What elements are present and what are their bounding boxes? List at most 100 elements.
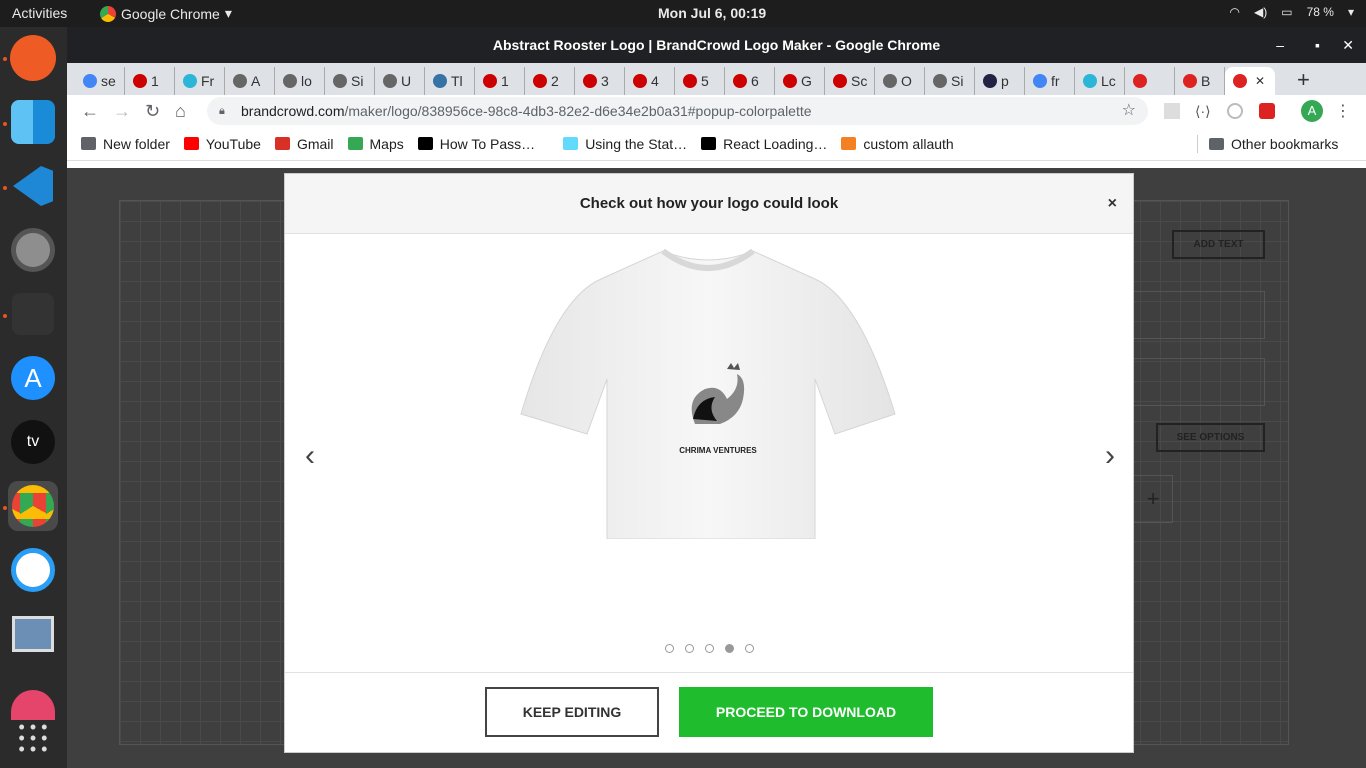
browser-tab[interactable]: U bbox=[375, 67, 425, 95]
bookmark-item[interactable]: React Loading… bbox=[701, 136, 827, 152]
tab-favicon-icon bbox=[433, 74, 447, 88]
tab-favicon-icon bbox=[1183, 74, 1197, 88]
show-apps-icon[interactable]: • • • • • • • • • bbox=[8, 713, 58, 763]
bookmark-item[interactable]: Using the Stat… bbox=[563, 136, 687, 152]
chevron-right-icon[interactable]: › bbox=[1105, 439, 1115, 473]
font-select[interactable] bbox=[1133, 291, 1265, 339]
bookmark-item[interactable]: How To Pass… bbox=[417, 136, 535, 152]
close-window-button[interactable]: ✕ bbox=[1342, 27, 1354, 63]
system-tray[interactable]: ◠ ◀) ▭ 78 % ▾ bbox=[1230, 5, 1354, 19]
profile-avatar[interactable]: A bbox=[1301, 100, 1323, 122]
browser-tab[interactable]: A bbox=[225, 67, 275, 95]
preview-icon[interactable] bbox=[8, 609, 58, 659]
minimize-button[interactable]: – bbox=[1276, 27, 1284, 63]
chevron-down-icon: ▾ bbox=[1347, 5, 1354, 19]
browser-tab[interactable]: B bbox=[1175, 67, 1225, 95]
browser-toolbar: ← → ↻ ⌂ 🔒︎ brandcrowd.com/maker/logo/838… bbox=[67, 95, 1366, 127]
page-content: ADD TEXT SEE OPTIONS + Check out how you… bbox=[67, 168, 1366, 768]
browser-tab[interactable]: 6 bbox=[725, 67, 775, 95]
window-title: Abstract Rooster Logo | BrandCrowd Logo … bbox=[492, 37, 941, 53]
carousel-dot[interactable] bbox=[725, 644, 734, 653]
bookmark-item[interactable]: custom allauth bbox=[841, 136, 954, 152]
text-input[interactable] bbox=[1133, 358, 1265, 406]
tab-label: G bbox=[801, 73, 812, 89]
postman-icon[interactable] bbox=[8, 33, 58, 83]
browser-tab[interactable]: O bbox=[875, 67, 925, 95]
browser-tab[interactable]: se bbox=[75, 67, 125, 95]
tab-favicon-icon bbox=[183, 74, 197, 88]
browser-tab[interactable]: Tl bbox=[425, 67, 475, 95]
address-bar[interactable]: 🔒︎ brandcrowd.com/maker/logo/838956ce-98… bbox=[207, 97, 1148, 125]
sync-icon[interactable] bbox=[8, 545, 58, 595]
clock[interactable]: Mon Jul 6, 00:19 bbox=[658, 5, 766, 21]
maximize-button[interactable]: ▪ bbox=[1315, 27, 1320, 63]
other-bookmarks[interactable]: Other bookmarks bbox=[1209, 136, 1338, 152]
browser-tab[interactable]: Lc bbox=[1075, 67, 1125, 95]
browser-tab[interactable]: G bbox=[775, 67, 825, 95]
carousel-dot[interactable] bbox=[705, 644, 714, 653]
extension-icon[interactable] bbox=[1259, 103, 1275, 119]
browser-tab[interactable]: ✕ bbox=[1225, 67, 1275, 95]
browser-tab[interactable]: Sc bbox=[825, 67, 875, 95]
see-options-button[interactable]: SEE OPTIONS bbox=[1156, 423, 1265, 452]
browser-tab[interactable]: Fr bbox=[175, 67, 225, 95]
tab-favicon-icon bbox=[1033, 74, 1047, 88]
tab-favicon-icon bbox=[333, 74, 347, 88]
app-menu[interactable]: Google Chrome ▾ bbox=[100, 5, 232, 22]
terminal-icon[interactable] bbox=[8, 289, 58, 339]
extension-icon[interactable] bbox=[1164, 103, 1180, 119]
reload-icon[interactable]: ↻ bbox=[145, 101, 160, 122]
forward-icon[interactable]: → bbox=[113, 101, 131, 122]
star-icon[interactable]: ☆ bbox=[1122, 97, 1136, 125]
ubuntu-dock: A tv • • • • • • • • • bbox=[0, 27, 67, 768]
carousel-dot[interactable] bbox=[665, 644, 674, 653]
settings-icon[interactable] bbox=[8, 225, 58, 275]
browser-tab[interactable]: 5 bbox=[675, 67, 725, 95]
chevron-left-icon[interactable]: ‹ bbox=[305, 439, 315, 473]
home-icon[interactable]: ⌂ bbox=[175, 101, 186, 122]
bookmarks-bar: New folder YouTube Gmail Maps How To Pass… Us… bbox=[67, 127, 1366, 161]
new-tab-button[interactable]: + bbox=[1297, 67, 1310, 93]
browser-tab[interactable]: lo bbox=[275, 67, 325, 95]
bookmark-item[interactable]: New folder bbox=[81, 136, 170, 152]
browser-tab[interactable] bbox=[1125, 67, 1175, 95]
close-icon[interactable]: × bbox=[1108, 174, 1117, 234]
app-store-icon[interactable]: A bbox=[8, 353, 58, 403]
apple-tv-icon[interactable]: tv bbox=[8, 417, 58, 467]
browser-tab[interactable]: 2 bbox=[525, 67, 575, 95]
bookmark-item[interactable]: Gmail bbox=[274, 136, 334, 152]
add-color-button[interactable]: + bbox=[1133, 475, 1173, 523]
browser-tab[interactable]: p bbox=[975, 67, 1025, 95]
tab-label: 5 bbox=[701, 73, 709, 89]
browser-tab[interactable]: Si bbox=[325, 67, 375, 95]
tab-favicon-icon bbox=[1083, 74, 1097, 88]
bookmark-item[interactable]: YouTube bbox=[183, 136, 261, 152]
carousel-dot[interactable] bbox=[745, 644, 754, 653]
browser-tab[interactable]: 1 bbox=[475, 67, 525, 95]
extension-icon[interactable] bbox=[1227, 103, 1243, 119]
back-icon[interactable]: ← bbox=[81, 101, 99, 122]
vscode-icon[interactable] bbox=[8, 161, 58, 211]
browser-tab[interactable]: Si bbox=[925, 67, 975, 95]
browser-tab[interactable]: 4 bbox=[625, 67, 675, 95]
proceed-to-download-button[interactable]: PROCEED TO DOWNLOAD bbox=[679, 687, 933, 737]
finder-icon[interactable] bbox=[8, 97, 58, 147]
close-tab-icon[interactable]: ✕ bbox=[1255, 74, 1265, 88]
keep-editing-button[interactable]: KEEP EDITING bbox=[485, 687, 659, 737]
tab-label: 4 bbox=[651, 73, 659, 89]
activities-button[interactable]: Activities bbox=[12, 5, 67, 21]
chrome-dock-icon[interactable] bbox=[8, 481, 58, 531]
browser-tab[interactable]: 3 bbox=[575, 67, 625, 95]
carousel-dot[interactable] bbox=[685, 644, 694, 653]
tab-label: se bbox=[101, 73, 116, 89]
bookmark-item[interactable]: Maps bbox=[347, 136, 404, 152]
add-text-button[interactable]: ADD TEXT bbox=[1172, 230, 1265, 259]
tab-favicon-icon bbox=[733, 74, 747, 88]
tab-label: 2 bbox=[551, 73, 559, 89]
tab-strip: se 1 Fr Alo Si U Tl 1 2 3 4 5 6 G Sc O Si p fr Lc B ✕ + bbox=[67, 63, 1366, 95]
browser-tab[interactable]: 1 bbox=[125, 67, 175, 95]
browser-tab[interactable]: fr bbox=[1025, 67, 1075, 95]
menu-icon[interactable]: ⋮ bbox=[1335, 101, 1351, 121]
volume-icon: ◀) bbox=[1254, 5, 1268, 19]
extension-icon[interactable]: ⟨·⟩ bbox=[1195, 103, 1211, 120]
